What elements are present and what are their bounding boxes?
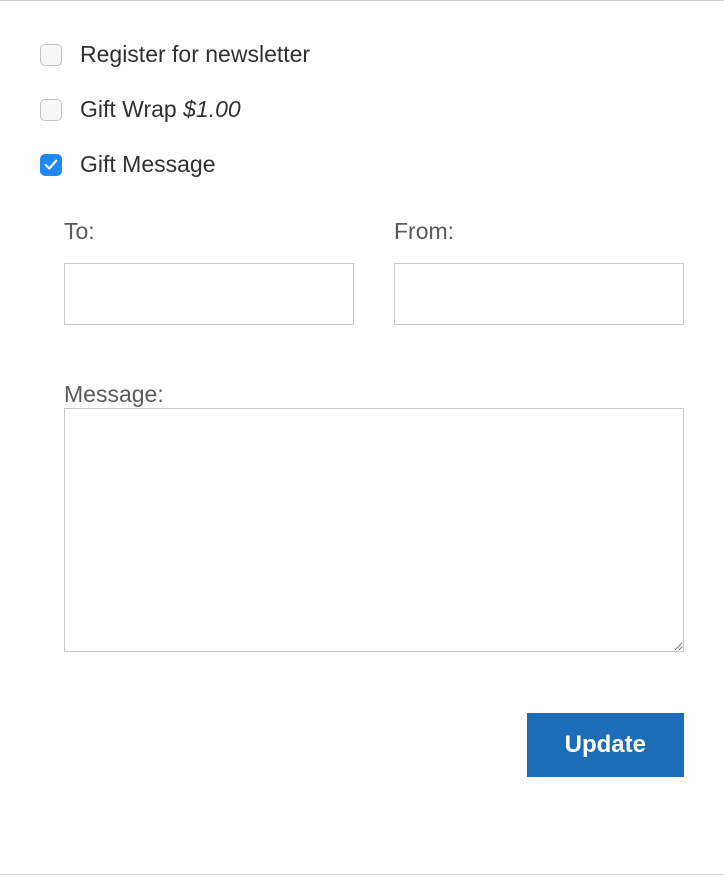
gift-wrap-checkbox[interactable] — [40, 99, 62, 121]
message-textarea[interactable] — [64, 408, 684, 652]
newsletter-checkbox[interactable] — [40, 44, 62, 66]
to-label: To: — [64, 218, 354, 245]
gift-wrap-price: $1.00 — [183, 96, 241, 122]
button-row: Update — [64, 713, 684, 777]
message-label: Message: — [64, 381, 164, 407]
newsletter-label: Register for newsletter — [80, 41, 310, 68]
from-field-group: From: — [394, 218, 684, 325]
to-from-row: To: From: — [64, 218, 684, 325]
to-field-group: To: — [64, 218, 354, 325]
gift-wrap-label-text: Gift Wrap — [80, 96, 177, 122]
newsletter-option-row: Register for newsletter — [40, 41, 684, 68]
gift-message-label: Gift Message — [80, 151, 216, 178]
to-input[interactable] — [64, 263, 354, 325]
from-label: From: — [394, 218, 684, 245]
from-input[interactable] — [394, 263, 684, 325]
update-button[interactable]: Update — [527, 713, 684, 777]
gift-wrap-label: Gift Wrap $1.00 — [80, 96, 241, 123]
gift-wrap-option-row: Gift Wrap $1.00 — [40, 96, 684, 123]
gift-message-option-row: Gift Message — [40, 151, 684, 178]
gift-message-form: To: From: Message: Update — [40, 218, 684, 777]
options-panel: Register for newsletter Gift Wrap $1.00 … — [0, 0, 724, 875]
check-icon — [44, 158, 58, 172]
gift-message-checkbox[interactable] — [40, 154, 62, 176]
message-field-group: Message: — [64, 381, 684, 657]
